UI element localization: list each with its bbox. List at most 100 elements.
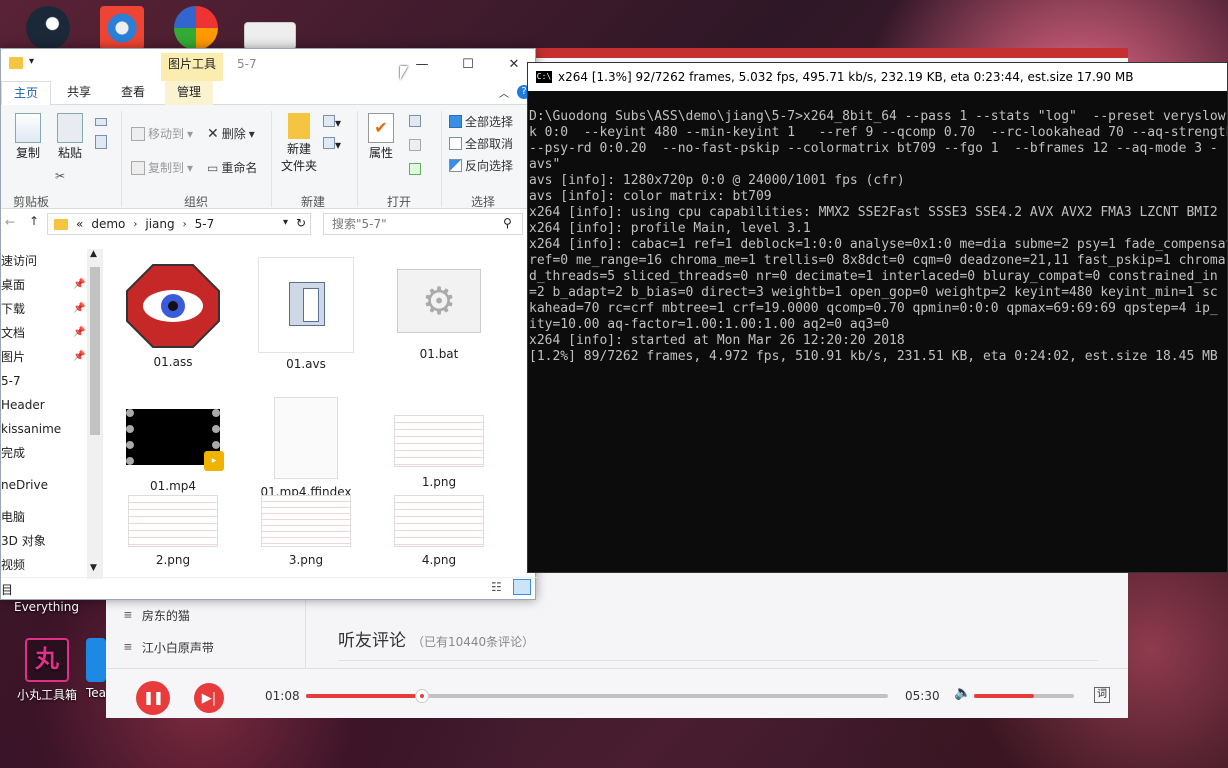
copy-to-button[interactable]: 复制到 ▾ — [131, 159, 193, 176]
file-item[interactable]: ⚙ 01.bat — [379, 269, 499, 361]
new-folder-button[interactable]: 新建 文件夹 — [277, 113, 321, 175]
group-label-select: 选择 — [471, 195, 496, 209]
scroll-up-icon[interactable]: ▲ — [90, 249, 97, 259]
console-output[interactable]: D:\Guodong Subs\ASS\demo\jiang\5-7>x264_… — [528, 91, 1227, 365]
desktop-icon-settings-tool[interactable] — [92, 6, 152, 54]
breadcrumb-jiang[interactable]: jiang — [145, 217, 174, 231]
nav-item-label: 完成 — [1, 446, 26, 460]
tab-manage[interactable]: 管理 — [165, 81, 214, 105]
breadcrumb-separator-icon: › — [182, 218, 187, 230]
cut-icon[interactable]: ✂ — [55, 169, 65, 183]
select-none-button[interactable]: 全部取消 — [449, 135, 513, 152]
rename-label: 重命名 — [221, 161, 258, 175]
back-icon[interactable]: ← — [5, 215, 15, 229]
sidebar-item-playlist[interactable]: ≡ 房东的猫 — [106, 599, 305, 631]
next-track-button[interactable]: ▶| — [194, 683, 224, 713]
address-bar[interactable]: « demo › jiang › 5-7 ▾ ↻ — [47, 213, 311, 235]
file-item[interactable]: ▶ 01.mp4 — [113, 409, 233, 493]
file-name: 2.png — [155, 553, 191, 567]
new-folder-icon — [288, 113, 310, 139]
file-item[interactable]: 3.png — [246, 495, 366, 567]
paste-shortcut-icon[interactable] — [95, 135, 107, 152]
quick-access-dropdown-icon[interactable]: ▾ — [29, 56, 34, 67]
scrollbar-thumb[interactable] — [90, 267, 100, 435]
current-time: 01:08 — [265, 689, 300, 703]
properties-button[interactable]: ✔ 属性 — [365, 113, 397, 162]
desktop-icon-everything[interactable]: Everything — [14, 600, 79, 614]
select-all-button[interactable]: 全部选择 — [449, 113, 513, 130]
console-line: kahead=70 rc=crf mbtree=1 crf=19.0000 qc… — [529, 301, 1218, 316]
refresh-icon[interactable]: ↻ — [296, 216, 306, 230]
tab-share[interactable]: 共享 — [55, 81, 103, 105]
context-tab-header: 图片工具 — [161, 53, 223, 81]
breadcrumb-demo[interactable]: demo — [91, 217, 125, 231]
invert-selection-button[interactable]: 反向选择 — [449, 157, 513, 174]
status-text: 目 — [1, 583, 14, 597]
ribbon-tabs: 主页 共享 查看 管理 ︿ ? — [1, 81, 535, 106]
console-line: =2 b_adapt=2 b_bias=0 direct=3 weightb=1… — [529, 285, 1218, 300]
pin-icon: 📌 — [73, 327, 86, 338]
move-to-label: 移动到 — [148, 127, 185, 141]
file-item[interactable]: 01.mp4.ffindex — [246, 397, 366, 499]
pin-icon: 📌 — [73, 351, 86, 362]
search-input[interactable]: 搜索"5-7" — [323, 213, 523, 235]
move-to-button[interactable]: 移动到 ▾ — [131, 125, 193, 142]
desktop-icon-picasa[interactable] — [166, 6, 226, 54]
copy-path-icon[interactable] — [95, 115, 107, 129]
pause-button[interactable]: ❚❚ — [136, 681, 170, 715]
file-item[interactable]: 2.png — [113, 495, 233, 567]
desktop-icon-team[interactable]: Tea — [84, 638, 108, 700]
file-item[interactable]: 4.png — [379, 495, 499, 567]
maximize-button[interactable]: ☐ — [445, 49, 491, 79]
file-name: 01.avs — [286, 357, 326, 371]
copy-to-label: 复制到 — [148, 161, 185, 175]
easy-access-icon[interactable]: ▾ — [323, 137, 341, 152]
paste-button[interactable]: 粘贴 — [55, 113, 85, 162]
avs-script-icon — [258, 257, 354, 353]
total-time: 05:30 — [905, 689, 940, 703]
sidebar-item-playlist[interactable]: ≡ 江小白原声带 — [106, 631, 305, 663]
breadcrumb-overflow[interactable]: « — [76, 217, 83, 231]
tab-view[interactable]: 查看 — [109, 81, 157, 105]
edit-icon[interactable] — [409, 139, 421, 154]
collapse-ribbon-icon[interactable]: ︿ — [499, 85, 509, 100]
address-dropdown-icon[interactable]: ▾ — [283, 217, 288, 228]
breadcrumb-separator-icon: › — [133, 218, 138, 230]
folder-icon — [9, 57, 23, 69]
rename-button[interactable]: ▭ 重命名 — [207, 159, 257, 176]
details-view-icon[interactable]: ☷ — [491, 580, 502, 594]
volume-icon[interactable]: 🔈 — [954, 685, 971, 701]
group-label-organize: 组织 — [184, 195, 209, 209]
ribbon-separator — [357, 111, 358, 207]
file-item[interactable]: 01.avs — [246, 257, 366, 371]
new-item-icon[interactable]: ▾ — [323, 115, 341, 130]
nav-scrollbar[interactable]: ▲ ▼ — [87, 249, 103, 579]
progress-slider[interactable] — [306, 689, 888, 703]
breadcrumb-5-7[interactable]: 5-7 — [195, 217, 215, 231]
file-item[interactable]: 01.ass — [113, 261, 233, 369]
desktop-icon-xiaowan[interactable]: 丸 小丸工具箱 — [14, 638, 80, 703]
progress-knob[interactable] — [415, 689, 430, 703]
address-bar-row: ← ↑ « demo › jiang › 5-7 ▾ ↻ 搜索"5-7" ⚲ — [1, 209, 535, 239]
desktop-icon-steam[interactable] — [18, 6, 78, 54]
mouse-cursor-icon — [400, 66, 408, 80]
xiaowan-toolbox-icon: 丸 — [25, 638, 69, 682]
lyrics-button[interactable]: 词 — [1094, 687, 1110, 703]
large-icons-view-icon[interactable] — [513, 579, 531, 595]
batch-file-icon: ⚙ — [397, 269, 481, 333]
history-icon[interactable] — [409, 163, 421, 178]
up-icon[interactable]: ↑ — [29, 214, 39, 228]
player-sidebar: ≡ 房东的猫 ≡ 江小白原声带 — [106, 588, 306, 668]
window-title: 5-7 — [237, 57, 257, 71]
minimize-icon: — — [415, 56, 429, 72]
scroll-down-icon[interactable]: ▼ — [90, 563, 97, 573]
file-item[interactable]: 1.png — [379, 415, 499, 489]
tab-home[interactable]: 主页 — [1, 81, 52, 106]
open-icon[interactable] — [409, 115, 421, 130]
nav-item-label: 下载 — [1, 302, 26, 316]
copy-button[interactable]: 复制 — [13, 113, 43, 162]
console-line: d_threads=5 sliced_threads=0 nr=0 decima… — [529, 269, 1218, 284]
nav-item-label: 5-7 — [1, 374, 21, 388]
delete-button[interactable]: ✕ 删除 ▾ — [207, 125, 255, 142]
volume-slider[interactable] — [974, 694, 1074, 698]
